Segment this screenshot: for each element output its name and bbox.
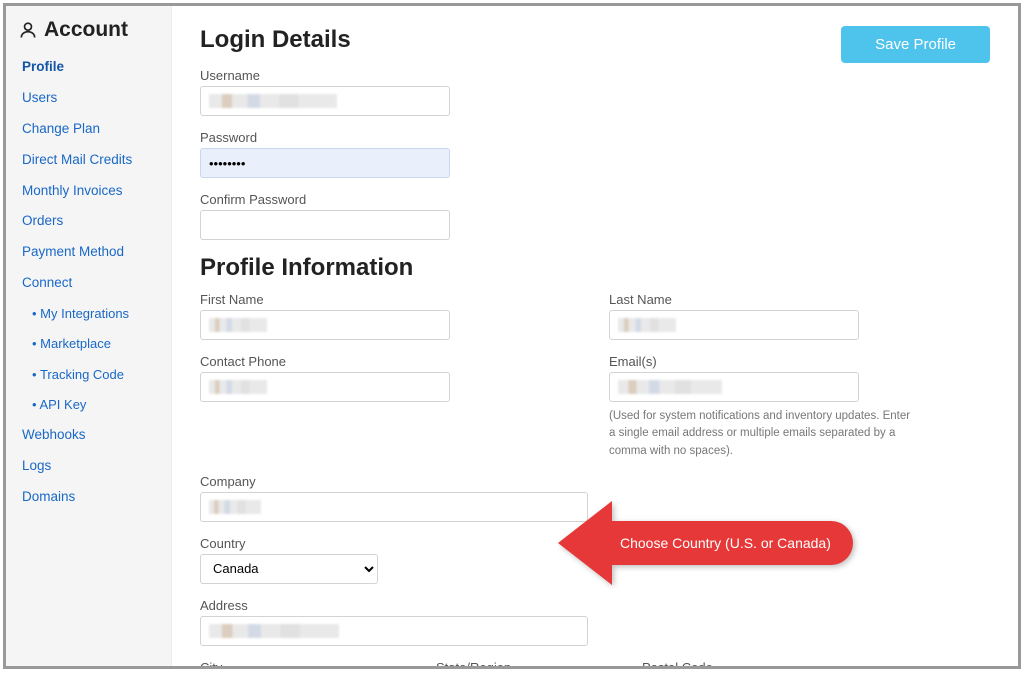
sidebar-subitem-marketplace[interactable]: Marketplace xyxy=(6,329,171,359)
confirm-password-input[interactable] xyxy=(200,210,450,240)
address-label: Address xyxy=(200,598,990,613)
sidebar-header: Account xyxy=(6,14,171,52)
sidebar-item-payment-method[interactable]: Payment Method xyxy=(6,237,171,268)
sidebar-item-orders[interactable]: Orders xyxy=(6,206,171,237)
sidebar-item-webhooks[interactable]: Webhooks xyxy=(6,420,171,451)
sidebar-subitem-api-key[interactable]: API Key xyxy=(6,390,171,420)
account-icon xyxy=(18,19,38,41)
username-label: Username xyxy=(200,68,990,83)
company-input[interactable] xyxy=(200,492,588,522)
country-group: Country Canada xyxy=(200,536,990,584)
contact-phone-label: Contact Phone xyxy=(200,354,581,369)
last-name-label: Last Name xyxy=(609,292,990,307)
sidebar: Account Profile Users Change Plan Direct… xyxy=(6,6,172,666)
sidebar-item-change-plan[interactable]: Change Plan xyxy=(6,114,171,145)
city-label: City xyxy=(200,660,408,666)
city-group: City xyxy=(200,660,408,666)
sidebar-item-profile[interactable]: Profile xyxy=(6,52,171,83)
password-input[interactable] xyxy=(200,148,450,178)
postal-group: Postal Code xyxy=(642,660,792,666)
confirm-password-group: Confirm Password xyxy=(200,192,990,240)
sidebar-item-direct-mail-credits[interactable]: Direct Mail Credits xyxy=(6,145,171,176)
company-group: Company xyxy=(200,474,990,522)
confirm-password-label: Confirm Password xyxy=(200,192,990,207)
save-profile-button[interactable]: Save Profile xyxy=(841,26,990,63)
country-label: Country xyxy=(200,536,990,551)
profile-information-heading: Profile Information xyxy=(200,254,990,282)
first-name-group: First Name xyxy=(200,292,581,340)
last-name-input[interactable] xyxy=(609,310,859,340)
main-content: Save Profile Login Details Username Pass… xyxy=(172,6,1018,666)
sidebar-item-logs[interactable]: Logs xyxy=(6,451,171,482)
username-group: Username xyxy=(200,68,990,116)
contact-phone-input[interactable] xyxy=(200,372,450,402)
sidebar-item-monthly-invoices[interactable]: Monthly Invoices xyxy=(6,176,171,207)
username-input[interactable] xyxy=(200,86,450,116)
first-name-label: First Name xyxy=(200,292,581,307)
password-label: Password xyxy=(200,130,990,145)
sidebar-item-connect[interactable]: Connect xyxy=(6,268,171,299)
sidebar-item-users[interactable]: Users xyxy=(6,83,171,114)
password-group: Password xyxy=(200,130,990,178)
address-group: Address xyxy=(200,598,990,646)
emails-group: Email(s) (Used for system notifications … xyxy=(609,354,990,460)
contact-phone-group: Contact Phone xyxy=(200,354,581,460)
sidebar-subitem-my-integrations[interactable]: My Integrations xyxy=(6,299,171,329)
address-input[interactable] xyxy=(200,616,588,646)
sidebar-subitem-tracking-code[interactable]: Tracking Code xyxy=(6,360,171,390)
app-frame: Account Profile Users Change Plan Direct… xyxy=(3,3,1021,669)
last-name-group: Last Name xyxy=(609,292,990,340)
sidebar-title: Account xyxy=(44,18,128,42)
postal-label: Postal Code xyxy=(642,660,792,666)
sidebar-item-domains[interactable]: Domains xyxy=(6,482,171,513)
state-group: State/Region xyxy=(436,660,614,666)
emails-label: Email(s) xyxy=(609,354,990,369)
emails-help-text: (Used for system notifications and inven… xyxy=(609,408,919,460)
first-name-input[interactable] xyxy=(200,310,450,340)
emails-input[interactable] xyxy=(609,372,859,402)
state-label: State/Region xyxy=(436,660,614,666)
company-label: Company xyxy=(200,474,990,489)
country-select[interactable]: Canada xyxy=(200,554,378,584)
